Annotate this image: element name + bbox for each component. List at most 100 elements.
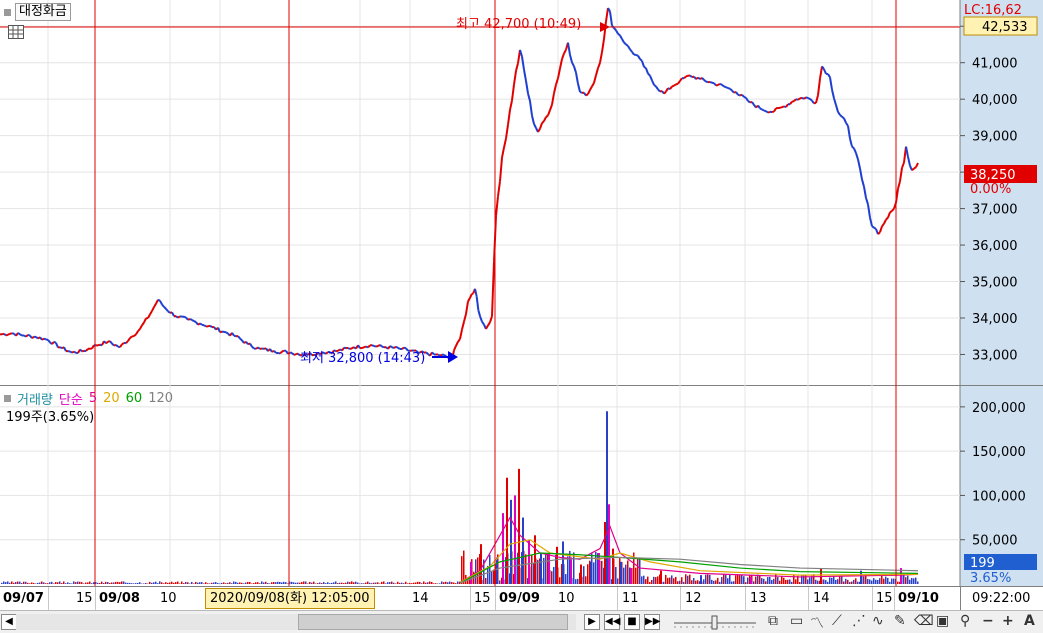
price-segment xyxy=(457,338,461,343)
price-segment xyxy=(85,348,89,352)
volume-bar xyxy=(63,581,65,584)
x-label-13: 13 xyxy=(750,591,767,606)
chart-type-icon[interactable]: 〽 xyxy=(810,613,824,633)
volume-legend-period-5[interactable]: 5 xyxy=(89,391,97,406)
volume-bar xyxy=(207,583,209,584)
zoom-slider-thumb[interactable] xyxy=(711,615,718,630)
price-segment xyxy=(503,138,507,148)
volume-bar xyxy=(345,582,347,584)
draw-tool-icon[interactable]: ✎ xyxy=(894,613,906,629)
price-segment xyxy=(911,167,915,172)
volume-bar xyxy=(419,581,421,584)
price-segment xyxy=(629,48,633,53)
volume-bar xyxy=(869,579,871,584)
volume-legend-period-120[interactable]: 120 xyxy=(148,391,173,406)
volume-bar xyxy=(53,583,55,584)
scroll-thumb[interactable] xyxy=(298,614,568,630)
trend-tool-icon[interactable]: ⋰ xyxy=(852,613,866,629)
volume-bar xyxy=(119,582,121,584)
eraser-icon[interactable]: ⌫ xyxy=(914,613,934,629)
x-sep xyxy=(680,587,681,611)
scroll-left-button[interactable]: ◀ xyxy=(1,614,17,630)
price-segment xyxy=(609,11,613,26)
rewind-button[interactable]: ◀◀ xyxy=(604,614,620,630)
volume-bar xyxy=(443,582,445,584)
volume-bar xyxy=(337,583,339,584)
volume-bar xyxy=(55,582,57,584)
volume-chart-pane[interactable]: 50,000 100,000 150,000 200,000 199 3.65% 거래… xyxy=(0,386,1043,586)
play-button[interactable]: ▶ xyxy=(584,614,600,630)
volume-bar xyxy=(371,583,373,584)
volume-bar xyxy=(489,554,491,584)
stop-button[interactable]: ■ xyxy=(624,614,640,630)
volume-bar xyxy=(729,574,731,584)
price-segment xyxy=(647,72,651,77)
price-segment xyxy=(797,97,801,101)
copy-icon[interactable]: ⧉ xyxy=(768,613,778,629)
price-segment xyxy=(585,93,589,97)
price-segment xyxy=(619,34,623,40)
price-segment xyxy=(5,333,9,337)
price-segment xyxy=(589,85,593,91)
image-icon[interactable]: ▣ xyxy=(936,613,949,629)
volume-bar xyxy=(7,581,9,584)
volume-legend-period-20[interactable]: 20 xyxy=(103,391,120,406)
price-segment xyxy=(669,85,673,90)
x-sep xyxy=(617,587,618,611)
volume-spike-bar xyxy=(480,544,482,584)
price-segment xyxy=(285,350,289,355)
stock-title[interactable]: 대정화금 xyxy=(4,3,71,21)
price-segment xyxy=(839,114,843,118)
volume-spike-bar xyxy=(604,522,606,584)
zoom-slider[interactable] xyxy=(670,613,760,633)
price-segment xyxy=(767,110,771,114)
font-size-icon[interactable]: A xyxy=(1024,613,1035,629)
magnifier-icon[interactable]: ⚲ xyxy=(960,613,970,629)
volume-bar xyxy=(871,580,873,584)
price-segment xyxy=(831,89,835,99)
price-segment xyxy=(109,340,113,345)
volume-bar xyxy=(163,583,165,584)
volume-spike-bar xyxy=(570,557,572,584)
zoom-out-icon[interactable]: − xyxy=(982,613,994,629)
price-segment xyxy=(861,179,865,187)
line-tool-icon[interactable]: ⟋ xyxy=(832,613,842,629)
volume-bar xyxy=(327,582,329,584)
price-tick-label: 37,000 xyxy=(972,203,1018,218)
volume-bar xyxy=(167,582,169,584)
volume-bar xyxy=(455,583,457,584)
fast-forward-button[interactable]: ▶▶ xyxy=(644,614,660,630)
price-segment xyxy=(847,125,851,139)
volume-bar xyxy=(31,582,33,584)
price-segment xyxy=(157,298,161,302)
volume-bar xyxy=(551,571,553,584)
volume-bar xyxy=(157,583,159,584)
stock-name[interactable]: 대정화금 xyxy=(15,3,71,21)
price-segment xyxy=(501,147,505,158)
chart-toolbar: ◀ ▶ ◀◀ ■ ▶▶ ⧉ ▭ 〽 ⟋ ⋰ ∿ ✎ ⌫ ▣ ⚲ − + A xyxy=(0,610,1043,633)
volume-legend-period-60[interactable]: 60 xyxy=(126,391,143,406)
x-sep xyxy=(495,587,496,611)
price-segment xyxy=(665,87,669,93)
wave-tool-icon[interactable]: ∿ xyxy=(872,613,884,629)
price-segment xyxy=(653,84,657,88)
volume-bar xyxy=(429,581,431,584)
volume-bar xyxy=(565,574,567,584)
volume-bar xyxy=(23,581,25,584)
grid-table-icon[interactable] xyxy=(8,25,24,39)
zoom-in-icon[interactable]: + xyxy=(1002,613,1014,629)
price-segment xyxy=(673,83,677,87)
volume-bar xyxy=(593,562,595,584)
price-chart-pane[interactable]: 33,00034,00035,00036,00037,0000,00039,00… xyxy=(0,0,1043,386)
volume-bar xyxy=(677,581,679,584)
volume-tick-label: 200,000 xyxy=(972,401,1026,416)
volume-bar xyxy=(69,583,71,584)
stock-chart-window: 33,00034,00035,00036,00037,0000,00039,00… xyxy=(0,0,1043,633)
price-segment xyxy=(135,330,139,335)
volume-bar xyxy=(65,583,67,584)
volume-bar xyxy=(595,551,597,584)
volume-bar xyxy=(121,581,123,584)
price-segment xyxy=(381,345,385,349)
price-segment xyxy=(465,301,469,315)
window-icon[interactable]: ▭ xyxy=(790,613,803,629)
